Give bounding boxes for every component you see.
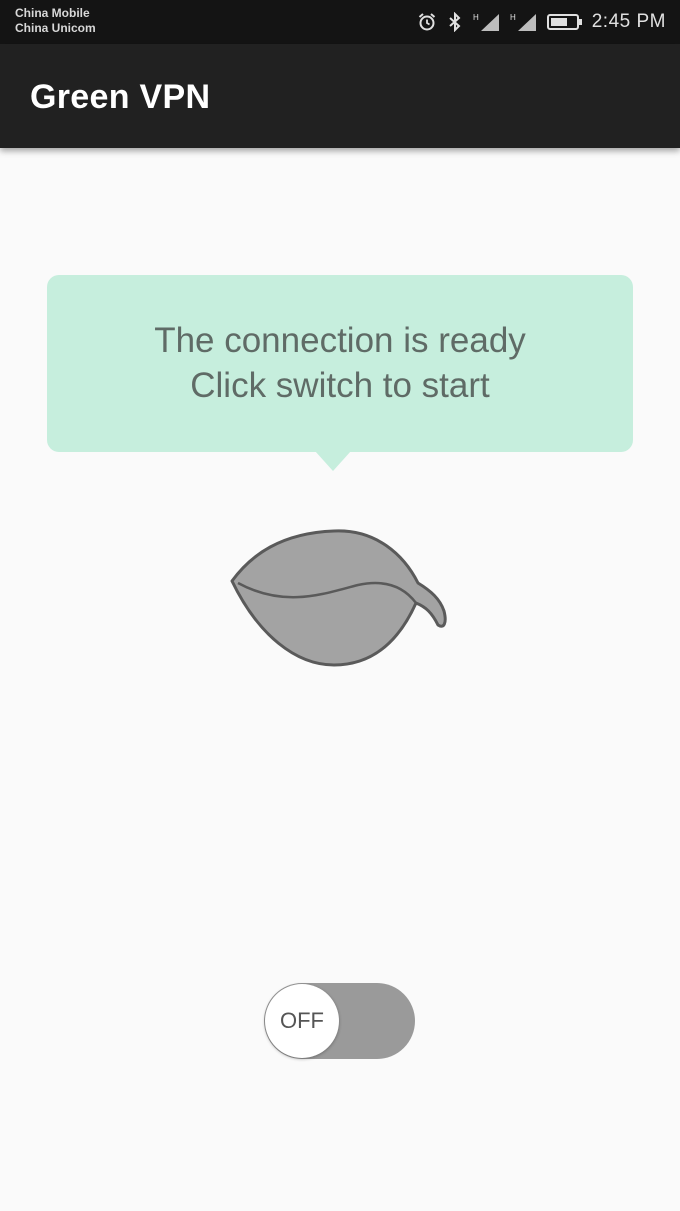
carrier-2: China Unicom	[15, 21, 96, 35]
battery-icon	[546, 13, 583, 31]
alarm-icon	[417, 12, 437, 32]
signal-icon: H	[473, 12, 501, 32]
status-message-line-2: Click switch to start	[190, 366, 490, 405]
app-title: Green VPN	[30, 78, 211, 116]
bluetooth-icon	[446, 12, 464, 32]
svg-text:H: H	[510, 13, 516, 22]
signal-icon: H	[510, 12, 538, 32]
carrier-1: China Mobile	[15, 6, 90, 20]
app-bar: Green VPN	[0, 44, 680, 148]
status-message-line-1: The connection is ready	[154, 321, 526, 360]
svg-text:H: H	[473, 13, 479, 22]
status-icons: H H 2:45 PM	[417, 8, 666, 36]
bubble-tail	[315, 451, 351, 471]
leaf-icon	[226, 525, 456, 675]
carrier-info: China Mobile China Unicom	[15, 6, 96, 36]
status-time: 2:45 PM	[591, 11, 666, 32]
status-bar: China Mobile China Unicom H H 2:45 PM	[0, 0, 680, 44]
toggle-knob[interactable]: OFF	[265, 984, 339, 1058]
vpn-toggle-switch[interactable]: OFF	[264, 983, 415, 1059]
status-message-bubble: The connection is ready Click switch to …	[47, 275, 633, 452]
toggle-label: OFF	[280, 1008, 324, 1033]
